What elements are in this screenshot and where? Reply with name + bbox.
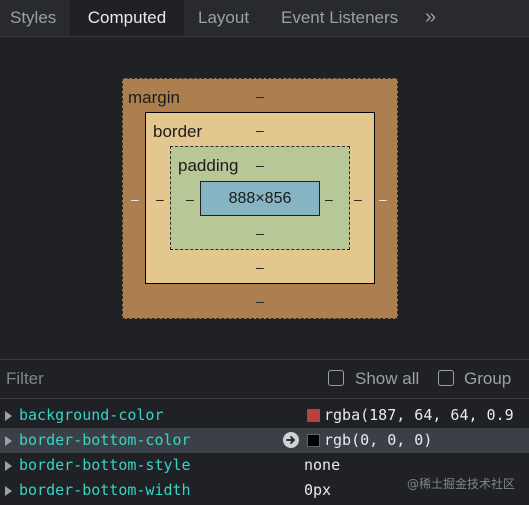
go-to-source-arrow-icon[interactable] xyxy=(283,432,299,448)
border-left-value[interactable]: – xyxy=(156,192,164,206)
border-top-value[interactable]: – xyxy=(256,123,264,137)
expand-triangle-icon[interactable] xyxy=(5,436,12,446)
property-row-selected[interactable]: border-bottom-color rgb(0, 0, 0) xyxy=(0,428,529,453)
border-right-value[interactable]: – xyxy=(354,192,362,206)
margin-right-value[interactable]: – xyxy=(379,192,387,206)
group-label[interactable]: Group xyxy=(464,360,511,398)
property-value: 0px xyxy=(304,481,332,499)
margin-left-value[interactable]: – xyxy=(131,192,139,206)
property-name: border-bottom-width xyxy=(19,481,191,499)
margin-label: margin xyxy=(128,88,180,107)
padding-label: padding xyxy=(178,156,239,175)
property-value: rgb(0, 0, 0) xyxy=(324,431,433,449)
filter-bar: Filter Show all Group xyxy=(0,359,529,399)
property-name: background-color xyxy=(19,406,164,424)
expand-triangle-icon[interactable] xyxy=(5,461,12,471)
margin-top-value[interactable]: – xyxy=(256,89,264,103)
group-checkbox[interactable] xyxy=(438,370,454,386)
property-value: none xyxy=(304,456,341,474)
box-model-content-size[interactable]: 888×856 xyxy=(200,181,320,216)
padding-top-value[interactable]: – xyxy=(256,158,264,172)
expand-triangle-icon[interactable] xyxy=(5,486,12,496)
color-swatch[interactable] xyxy=(307,434,320,447)
border-label: border xyxy=(153,122,203,141)
property-name: border-bottom-style xyxy=(19,456,191,474)
tab-styles[interactable]: Styles xyxy=(10,0,56,36)
box-model-panel: 888×856 margin border padding – – – – – … xyxy=(0,37,529,359)
border-bottom-value[interactable]: – xyxy=(256,260,264,274)
more-tabs-chevron-icon[interactable]: » xyxy=(425,0,436,36)
padding-bottom-value[interactable]: – xyxy=(256,226,264,240)
tab-layout[interactable]: Layout xyxy=(198,0,249,36)
watermark: @稀土掘金技术社区 xyxy=(406,477,515,491)
show-all-checkbox[interactable] xyxy=(328,370,344,386)
property-row[interactable]: background-color rgba(187, 64, 64, 0.9 xyxy=(0,403,529,428)
padding-right-value[interactable]: – xyxy=(325,192,333,206)
padding-left-value[interactable]: – xyxy=(186,192,194,206)
tab-bar: Styles Computed Layout Event Listeners » xyxy=(0,0,529,37)
expand-triangle-icon[interactable] xyxy=(5,411,12,421)
color-swatch[interactable] xyxy=(307,409,320,422)
filter-input[interactable]: Filter xyxy=(6,360,306,398)
margin-bottom-value[interactable]: – xyxy=(256,294,264,308)
property-value: rgba(187, 64, 64, 0.9 xyxy=(324,406,514,424)
show-all-label[interactable]: Show all xyxy=(355,360,419,398)
tab-computed[interactable]: Computed xyxy=(70,0,184,36)
property-name: border-bottom-color xyxy=(19,431,191,449)
tab-event-listeners[interactable]: Event Listeners xyxy=(281,0,398,36)
